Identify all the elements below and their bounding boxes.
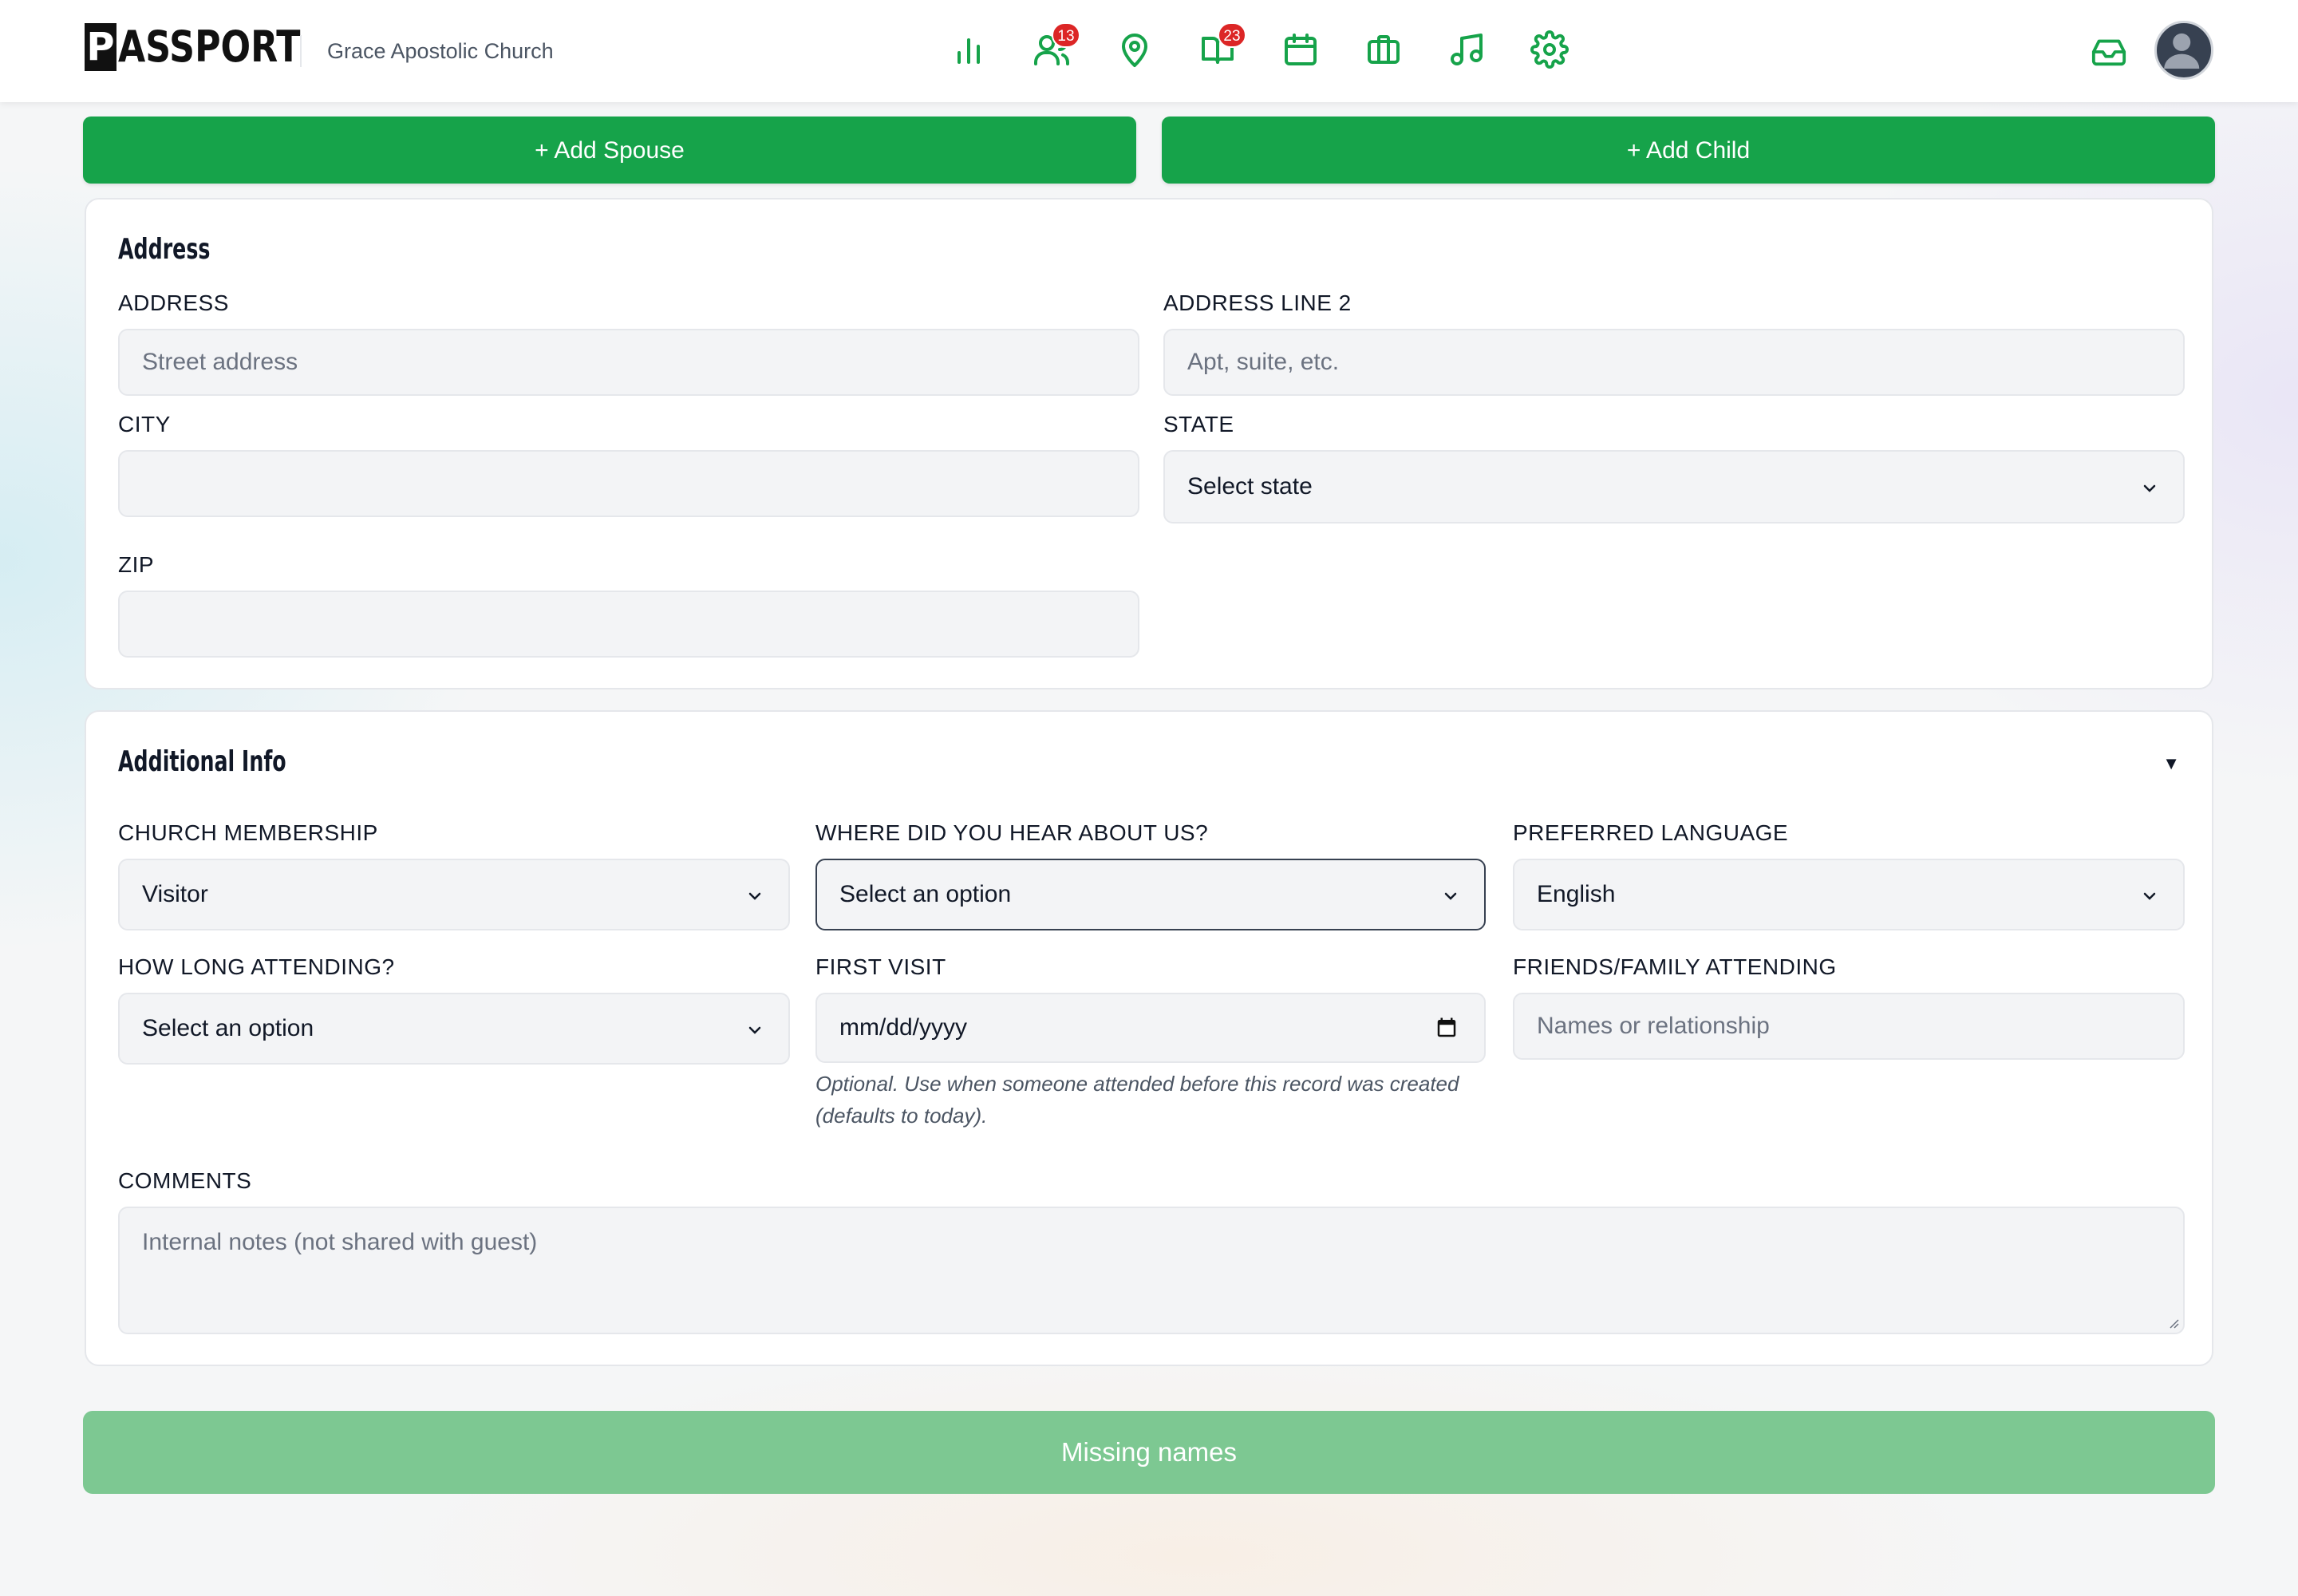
referral-source-value: Select an option — [839, 881, 1012, 907]
chevron-down-icon — [2143, 892, 2156, 900]
additional-info-title: Additional Info — [118, 745, 286, 778]
zip-input[interactable] — [118, 591, 1139, 658]
top-navigation-bar: P ASSPORT Grace Apostolic Church 13 23 — [0, 0, 2298, 102]
bar-chart-icon[interactable] — [950, 30, 988, 69]
user-avatar[interactable] — [2154, 21, 2213, 80]
city-input[interactable] — [118, 450, 1139, 517]
submit-button[interactable]: Missing names — [83, 1411, 2215, 1494]
first-visit-date-input[interactable]: mm/dd/yyyy — [815, 993, 1486, 1063]
header-divider — [300, 35, 302, 67]
address-card: Address ADDRESS Street address ADDRESS L… — [85, 198, 2213, 689]
first-visit-help-text: Optional. Use when someone attended befo… — [815, 1072, 1459, 1128]
calendar-icon[interactable] — [1281, 30, 1320, 69]
book-icon[interactable]: 23 — [1198, 22, 1246, 69]
church-membership-value: Visitor — [142, 881, 208, 907]
preferred-language-label: PREFERRED LANGUAGE — [1513, 820, 1789, 845]
book-count-badge: 23 — [1218, 22, 1246, 48]
comments-label: COMMENTS — [118, 1168, 252, 1193]
organization-name: Grace Apostolic Church — [327, 39, 554, 63]
first-visit-value: mm/dd/yyyy — [839, 1014, 968, 1041]
how-long-attending-value: Select an option — [142, 1015, 314, 1041]
preferred-language-select[interactable]: English — [1513, 859, 2185, 930]
music-note-icon[interactable] — [1447, 30, 1486, 69]
people-icon[interactable]: 13 — [1033, 22, 1080, 69]
calendar-picker-icon[interactable] — [1435, 1016, 1459, 1040]
referral-source-label: WHERE DID YOU HEAR ABOUT US? — [815, 820, 1209, 845]
friends-family-input[interactable]: Names or relationship — [1513, 993, 2185, 1060]
how-long-attending-label: HOW LONG ATTENDING? — [118, 954, 395, 979]
state-value: Select state — [1187, 473, 1313, 500]
church-membership-label: CHURCH MEMBERSHIP — [118, 820, 378, 845]
chevron-down-icon — [1444, 892, 1457, 900]
chevron-down-icon — [2143, 484, 2156, 492]
location-pin-icon[interactable] — [1115, 30, 1154, 69]
gear-icon[interactable] — [1530, 30, 1569, 69]
chevron-down-icon — [748, 892, 761, 900]
briefcase-icon[interactable] — [1364, 30, 1403, 69]
chevron-down-icon — [748, 1026, 761, 1034]
passport-logo[interactable]: P ASSPORT — [85, 19, 341, 75]
comments-placeholder: Internal notes (not shared with guest) — [142, 1229, 538, 1255]
how-long-attending-select[interactable]: Select an option — [118, 993, 790, 1065]
additional-info-card: Additional Info ▼ CHURCH MEMBERSHIP Visi… — [85, 710, 2213, 1366]
referral-source-select[interactable]: Select an option — [815, 859, 1486, 930]
resize-handle-icon[interactable] — [2166, 1315, 2180, 1329]
logo-text: ASSPORT — [118, 22, 301, 72]
city-label: CITY — [118, 412, 171, 437]
street-address-placeholder: Street address — [142, 349, 298, 375]
first-visit-label: FIRST VISIT — [815, 954, 946, 979]
collapse-toggle-icon[interactable]: ▼ — [2162, 753, 2180, 774]
street-address-input[interactable]: Street address — [118, 329, 1139, 396]
people-count-badge: 13 — [1052, 22, 1080, 48]
friends-family-placeholder: Names or relationship — [1537, 1013, 1770, 1039]
logo-mark: P — [85, 23, 116, 71]
inbox-icon[interactable] — [2091, 34, 2127, 70]
address-section-title: Address — [118, 233, 211, 266]
add-child-button[interactable]: + Add Child — [1162, 117, 2215, 184]
address-label: ADDRESS — [118, 290, 229, 315]
state-label: STATE — [1163, 412, 1234, 437]
preferred-language-value: English — [1537, 881, 1616, 907]
state-select[interactable]: Select state — [1163, 450, 2185, 523]
address-line-2-input[interactable]: Apt, suite, etc. — [1163, 329, 2185, 396]
zip-label: ZIP — [118, 552, 155, 577]
address-line-2-placeholder: Apt, suite, etc. — [1187, 349, 1340, 375]
friends-family-label: FRIENDS/FAMILY ATTENDING — [1513, 954, 1837, 979]
add-spouse-button[interactable]: + Add Spouse — [83, 117, 1136, 184]
comments-textarea[interactable]: Internal notes (not shared with guest) — [118, 1207, 2185, 1334]
church-membership-select[interactable]: Visitor — [118, 859, 790, 930]
address-line-2-label: ADDRESS LINE 2 — [1163, 290, 1352, 315]
